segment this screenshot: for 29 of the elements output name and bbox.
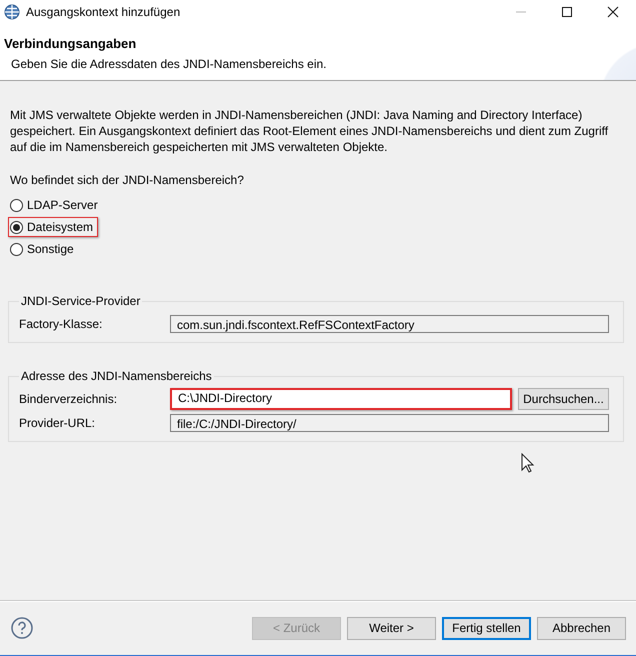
field-label: Provider-URL: [19,416,96,430]
page-title: Verbindungsangaben [4,36,138,51]
radio-option[interactable]: Dateisystem [8,217,98,237]
help-icon [11,617,33,639]
radio-option[interactable]: Sonstige [8,239,79,259]
input-field[interactable]: C:\JNDI-Directory [170,388,512,410]
page-description: Geben Sie die Adressdaten des JNDI-Namensbereichs ein. [11,57,328,71]
wizard-button: < Zurück [252,616,341,640]
maximize-icon [561,6,573,18]
radio-button[interactable] [10,242,23,256]
input-field: com.sun.jndi.fscontext.RefFSContextFactory [170,315,609,333]
mouse-pointer-icon [521,453,535,473]
app-globe-icon [4,4,20,20]
field-label: Factory-Klasse: [19,317,104,331]
browse-button[interactable]: Durchsuchen... [518,388,609,410]
field-label: Binderverzeichnis: [19,392,118,406]
wizard-button[interactable]: Fertig stellen [442,616,531,640]
wizard-button[interactable]: Weiter > [347,616,436,640]
window-title: Ausgangskontext hinzufügen [26,5,182,19]
question-label: Wo befindet sich der JNDI-Namensbereich? [10,173,245,187]
close-icon [607,6,619,18]
input-field: file:/C:/JNDI-Directory/ [170,414,609,432]
radio-option[interactable]: LDAP-Server [8,195,103,215]
radio-button[interactable] [10,198,23,212]
wizard-button[interactable]: Abbrechen [537,616,626,640]
group-title: Adresse des JNDI-Namensbereichs [20,369,213,383]
group-title: JNDI-Service-Provider [20,294,142,308]
intro-text: Mit JMS verwaltete Objekte werden in JNDI-Namensbereichen (JNDI: Java Naming and Directory Interface) gespeichert. Ein Ausgangskontext definiert das Root-Element eines JNDI-Namensbereichs und dient zum Zugriff auf die im Namensbereich gespeicherten mit JMS verwalteten Objekte. [10,107,610,155]
radio-button[interactable] [10,220,23,234]
